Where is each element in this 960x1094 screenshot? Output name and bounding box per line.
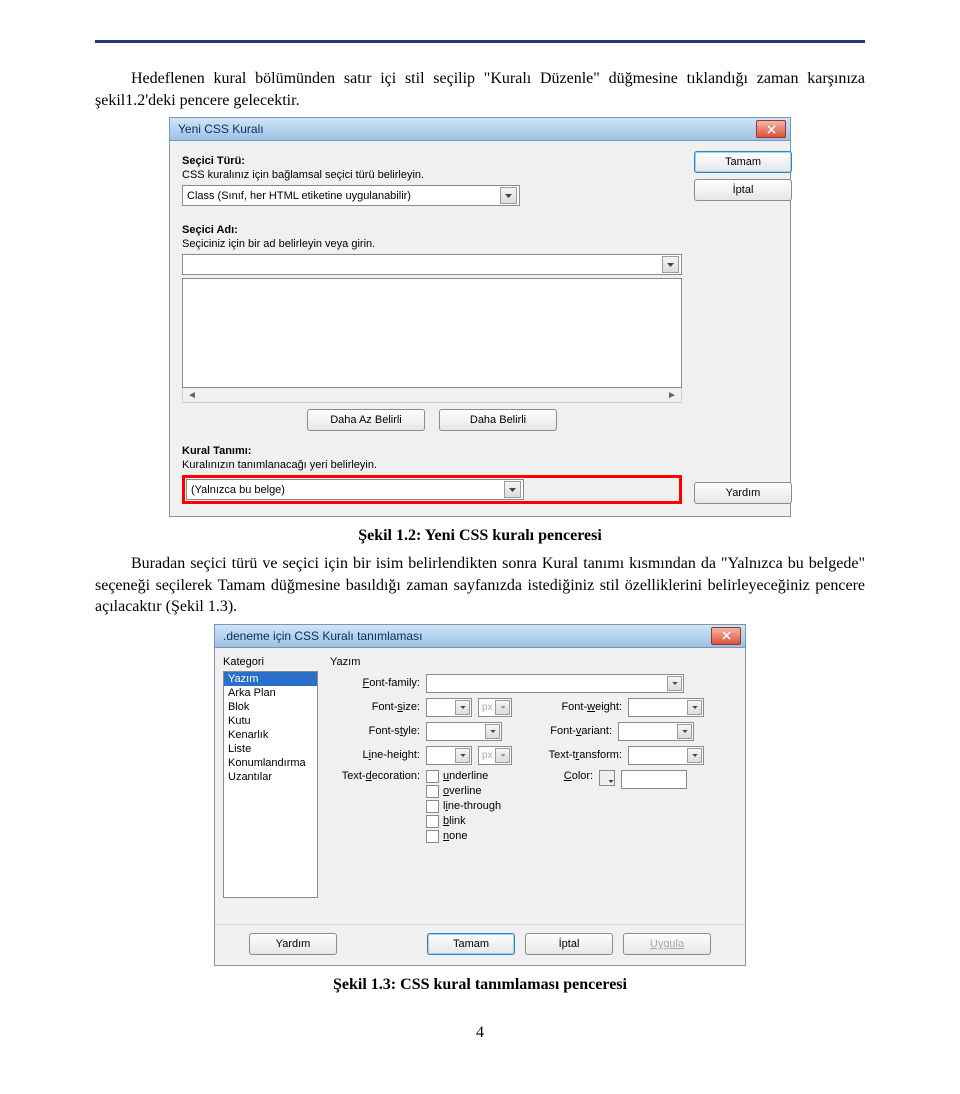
text-transform-combo[interactable] <box>628 746 704 765</box>
new-css-rule-dialog: Yeni CSS Kuralı Seçici Türü: CSS kuralın… <box>169 117 791 517</box>
figure-caption-2: Şekil 1.3: CSS kural tanımlaması pencere… <box>95 976 865 994</box>
none-label: none <box>443 830 467 842</box>
close-icon[interactable] <box>711 627 741 645</box>
overline-label: overline <box>443 785 482 797</box>
page-top-border <box>95 40 865 43</box>
line-through-checkbox[interactable] <box>426 800 439 813</box>
chevron-down-icon <box>687 748 702 763</box>
rule-def-label: Kural Tanımı: <box>182 445 682 457</box>
ok-button[interactable]: Tamam <box>694 151 792 173</box>
text-decoration-label: Text-decoration: <box>330 770 420 782</box>
category-header: Kategori <box>223 656 318 668</box>
none-checkbox[interactable] <box>426 830 439 843</box>
font-weight-combo[interactable] <box>628 698 704 717</box>
titlebar: .deneme için CSS Kuralı tanımlaması <box>215 625 745 648</box>
scroll-left-icon[interactable]: ◄ <box>187 390 197 401</box>
combo-value: (Yalnızca bu belge) <box>191 484 504 496</box>
chevron-down-icon <box>677 724 692 739</box>
css-rule-definition-dialog: .deneme için CSS Kuralı tanımlaması Kate… <box>214 624 746 966</box>
paragraph-2: Buradan seçici türü ve seçici için bir i… <box>95 553 865 618</box>
font-size-unit-combo[interactable]: px <box>478 698 512 717</box>
chevron-down-icon <box>500 187 517 204</box>
chevron-down-icon <box>495 700 510 715</box>
more-specific-button[interactable]: Daha Belirli <box>439 409 557 431</box>
close-icon[interactable] <box>756 120 786 138</box>
titlebar: Yeni CSS Kuralı <box>170 118 790 141</box>
rule-def-desc: Kuralınızın tanımlanacağı yeri belirleyi… <box>182 459 682 471</box>
font-variant-combo[interactable] <box>618 722 694 741</box>
ok-button[interactable]: Tamam <box>427 933 515 955</box>
line-height-combo[interactable] <box>426 746 472 765</box>
selector-name-combo[interactable] <box>182 254 682 275</box>
chevron-down-icon <box>455 748 470 763</box>
font-variant-label: Font-variant: <box>532 725 612 737</box>
cancel-button[interactable]: İptal <box>694 179 792 201</box>
dialog-title: Yeni CSS Kuralı <box>178 122 756 136</box>
list-item[interactable]: Kutu <box>224 714 317 728</box>
panel-header: Yazım <box>330 656 737 668</box>
line-height-unit-combo[interactable]: px <box>478 746 512 765</box>
list-item[interactable]: Blok <box>224 700 317 714</box>
font-style-combo[interactable] <box>426 722 502 741</box>
horizontal-scrollbar[interactable]: ◄ ► <box>182 388 682 403</box>
help-button[interactable]: Yardım <box>249 933 337 955</box>
selector-description-textarea[interactable] <box>182 278 682 388</box>
apply-button[interactable]: Uygula <box>623 933 711 955</box>
help-button[interactable]: Yardım <box>694 482 792 504</box>
rule-def-combo[interactable]: (Yalnızca bu belge) <box>186 479 524 500</box>
list-item[interactable]: Yazım <box>224 672 317 686</box>
scroll-right-icon[interactable]: ► <box>667 390 677 401</box>
font-family-label: Font-family: <box>330 677 420 689</box>
highlighted-region: (Yalnızca bu belge) <box>182 475 682 504</box>
blink-checkbox[interactable] <box>426 815 439 828</box>
list-item[interactable]: Uzantılar <box>224 770 317 784</box>
color-input[interactable] <box>621 770 687 789</box>
list-item[interactable]: Kenarlık <box>224 728 317 742</box>
line-through-label: line-through <box>443 800 501 812</box>
blink-label: blink <box>443 815 466 827</box>
font-size-combo[interactable] <box>426 698 472 717</box>
figure-caption-1: Şekil 1.2: Yeni CSS kuralı penceresi <box>95 527 865 545</box>
color-label: Color: <box>553 770 593 782</box>
selector-type-label: Seçici Türü: <box>182 155 682 167</box>
less-specific-button[interactable]: Daha Az Belirli <box>307 409 425 431</box>
underline-label: underline <box>443 770 488 782</box>
paragraph-1: Hedeflenen kural bölümünden satır içi st… <box>95 68 865 111</box>
selector-name-label: Seçici Adı: <box>182 224 682 236</box>
text-transform-label: Text-transform: <box>542 749 622 761</box>
selector-type-desc: CSS kuralınız için bağlamsal seçici türü… <box>182 169 682 181</box>
chevron-down-icon <box>504 481 521 498</box>
chevron-down-icon <box>485 724 500 739</box>
font-family-combo[interactable] <box>426 674 684 693</box>
chevron-down-icon <box>495 748 510 763</box>
overline-checkbox[interactable] <box>426 785 439 798</box>
font-style-label: Font-style: <box>330 725 420 737</box>
chevron-down-icon <box>687 700 702 715</box>
page-number: 4 <box>95 1024 865 1042</box>
list-item[interactable]: Arka Plan <box>224 686 317 700</box>
color-swatch-button[interactable] <box>599 770 615 786</box>
list-item[interactable]: Liste <box>224 742 317 756</box>
font-weight-label: Font-weight: <box>542 701 622 713</box>
line-height-label: Line-height: <box>330 749 420 761</box>
list-item[interactable]: Konumlandırma <box>224 756 317 770</box>
font-size-label: Font-size: <box>330 701 420 713</box>
selector-type-combo[interactable]: Class (Sınıf, her HTML etiketine uygulan… <box>182 185 520 206</box>
chevron-down-icon <box>662 256 679 273</box>
combo-value: Class (Sınıf, her HTML etiketine uygulan… <box>187 190 500 202</box>
selector-name-desc: Seçiciniz için bir ad belirleyin veya gi… <box>182 238 682 250</box>
chevron-down-icon <box>455 700 470 715</box>
underline-checkbox[interactable] <box>426 770 439 783</box>
category-listbox[interactable]: Yazım Arka Plan Blok Kutu Kenarlık Liste… <box>223 671 318 898</box>
dialog-title: .deneme için CSS Kuralı tanımlaması <box>223 629 711 643</box>
chevron-down-icon <box>667 676 682 691</box>
cancel-button[interactable]: İptal <box>525 933 613 955</box>
